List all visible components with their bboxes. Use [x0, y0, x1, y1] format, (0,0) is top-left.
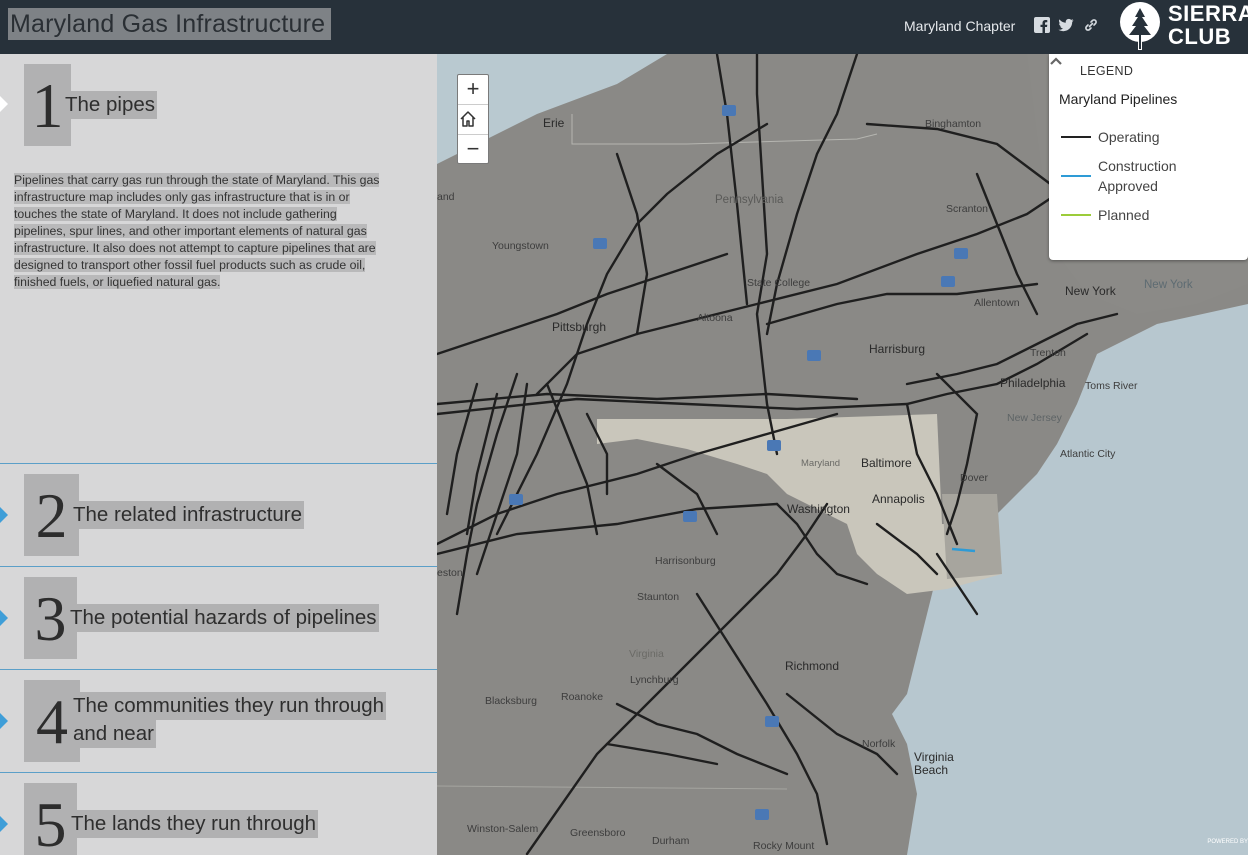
map-label: Altoona [697, 312, 733, 324]
zoom-in-button[interactable]: + [458, 75, 488, 105]
section-title-line-2[interactable]: and near [71, 720, 156, 748]
intro-line: pipelines, spur lines, and other importa… [14, 224, 367, 238]
intro-line: designed to transport other fossil fuel … [14, 258, 366, 272]
section-marker [0, 816, 8, 832]
map-label: Erie [543, 116, 565, 130]
map-label: Virginia Beach [914, 750, 954, 777]
map-label: Harrisonburg [655, 555, 716, 567]
map-label: Winston-Salem [467, 823, 539, 835]
section-marker [0, 610, 8, 626]
intro-line: Pipelines that carry gas run through the… [14, 173, 380, 187]
legend-swatch [1061, 175, 1091, 177]
legend-panel: LEGEND Maryland Pipelines Operating Cons… [1049, 54, 1248, 260]
map-label: Youngstown [492, 240, 549, 252]
attribution[interactable]: POWERED BY [1204, 839, 1248, 855]
app-header: Maryland Gas Infrastructure Maryland Cha… [0, 0, 1248, 54]
zoom-out-button[interactable]: − [458, 135, 488, 165]
story-section-2[interactable]: 2 The related infrastructure [0, 464, 437, 567]
map-label: Rocky Mount [753, 840, 815, 852]
map-label: Greensboro [570, 827, 626, 839]
story-section-3[interactable]: 3 The potential hazards of pipelines [0, 567, 437, 670]
twitter-icon[interactable] [1058, 17, 1074, 33]
section-title-line-1[interactable]: The communities they run through [71, 692, 387, 720]
map-label: Lynchburg [630, 674, 679, 686]
chevron-up-icon[interactable] [1049, 54, 1063, 68]
map-label: Allentown [974, 297, 1020, 309]
map-label: Philadelphia [1000, 376, 1066, 390]
legend-swatch [1061, 214, 1091, 216]
legend-item-operating: Operating [1061, 127, 1241, 147]
story-panel: 1 The pipes Pipelines that carry gas run… [0, 54, 437, 855]
legend-swatch [1061, 136, 1091, 138]
section-title[interactable]: The related infrastructure [71, 501, 305, 529]
intro-line: touches the state of Maryland. It does n… [14, 207, 337, 221]
link-icon[interactable] [1083, 17, 1099, 33]
section-title[interactable]: The pipes [63, 91, 158, 119]
delaware-region [942, 494, 1002, 579]
section-marker [0, 507, 8, 523]
map-label: Atlantic City [1060, 448, 1116, 460]
intro-line: infrastructure map includes only gas inf… [14, 190, 350, 204]
map-label: New York [1065, 284, 1116, 298]
logo-line-2: CLUB [1168, 24, 1232, 49]
story-section-1[interactable]: 1 The pipes Pipelines that carry gas run… [0, 54, 437, 464]
map-view[interactable]: Erie Binghamton Pennsylvania Scranton Yo… [437, 54, 1248, 855]
map-label: Roanoke [561, 691, 604, 703]
intro-text: Pipelines that carry gas run through the… [14, 172, 416, 291]
logo-wordmark: SIERRA CLUB [1168, 2, 1248, 48]
section-title[interactable]: The potential hazards of pipelines [68, 604, 379, 632]
legend-header[interactable]: LEGEND [1080, 64, 1133, 78]
map-label: Baltimore [861, 456, 912, 470]
map-label: Washington [787, 502, 850, 516]
map-label: Binghamton [925, 118, 982, 130]
map-label: eston [437, 567, 463, 579]
logo-line-1: SIERRA [1168, 1, 1248, 26]
active-marker [0, 96, 8, 112]
legend-subtitle: Maryland Pipelines [1059, 91, 1178, 107]
map-label: Norfolk [862, 738, 896, 750]
map-label: Pennsylvania [715, 194, 784, 206]
zoom-controls: + − [457, 74, 489, 164]
map-label: Blacksburg [485, 695, 537, 707]
legend-label: Planned [1098, 207, 1150, 223]
map-label: Staunton [637, 591, 680, 603]
state-border [437, 785, 788, 790]
legend-label-line-1: Construction [1098, 158, 1177, 174]
state-border [571, 114, 878, 145]
legend-label: Operating [1098, 129, 1160, 145]
section-title[interactable]: The lands they run through [69, 810, 319, 838]
story-section-5[interactable]: 5 The lands they run through [0, 773, 437, 855]
app-title: Maryland Gas Infrastructure [8, 8, 332, 40]
map-label: and [437, 191, 455, 203]
map-label: Virginia [629, 648, 664, 660]
map-label: Trenton [1030, 347, 1066, 359]
map-label: Pittsburgh [552, 320, 607, 334]
chapter-link[interactable]: Maryland Chapter [904, 18, 1015, 34]
legend-item-planned: Planned [1061, 205, 1241, 225]
map-label: Harrisburg [869, 342, 926, 356]
facebook-icon[interactable] [1034, 17, 1050, 33]
map-label: Maryland [801, 458, 841, 469]
story-section-4[interactable]: 4 The communities they run through and n… [0, 670, 437, 773]
map-label: New York [1144, 279, 1193, 291]
map-label: Durham [652, 835, 690, 847]
map-label: New Jersey [1007, 412, 1062, 424]
intro-line: infrastructure. It also does not attempt… [14, 241, 376, 255]
map-label: Richmond [785, 659, 840, 673]
home-button[interactable] [458, 105, 488, 135]
legend-label-line-2: Approved [1098, 178, 1158, 194]
map-label: Annapolis [872, 492, 925, 506]
map-label: Scranton [946, 203, 989, 215]
legend-item-construction: Construction Approved [1061, 156, 1241, 196]
home-icon [460, 111, 476, 127]
intro-line: finished fuels, or liquefied natural gas… [14, 275, 221, 289]
section-marker [0, 713, 8, 729]
map-label: Toms River [1085, 380, 1138, 392]
map-label: State College [747, 277, 811, 289]
map-label: Dover [960, 472, 989, 484]
